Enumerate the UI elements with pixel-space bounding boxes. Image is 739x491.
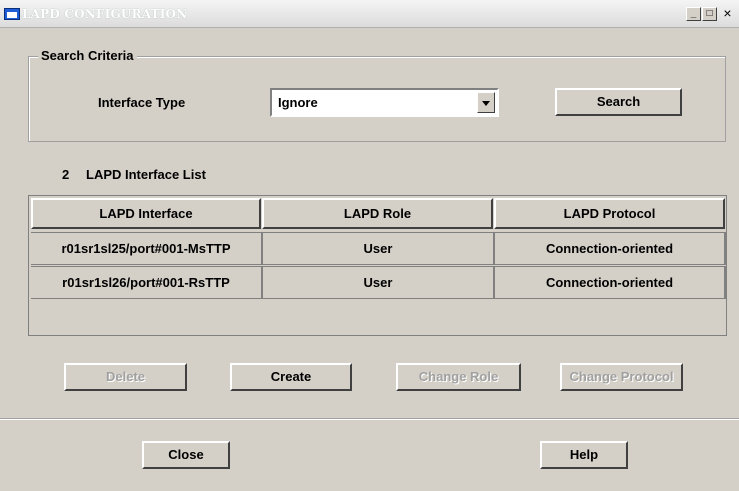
column-header-interface[interactable]: LAPD Interface <box>31 198 261 229</box>
interface-list-title: LAPD Interface List <box>86 167 206 182</box>
cell-protocol: Connection-oriented <box>495 233 726 264</box>
cell-interface: r01sr1sl25/port#001-MsTTP <box>31 233 263 264</box>
change-protocol-button[interactable]: Change Protocol <box>560 363 683 391</box>
interface-type-value: Ignore <box>278 95 318 110</box>
search-button[interactable]: Search <box>555 88 682 116</box>
close-button[interactable]: Close <box>142 441 230 469</box>
cell-protocol: Connection-oriented <box>495 267 726 298</box>
table-row[interactable]: r01sr1sl25/port#001-MsTTP User Connectio… <box>31 232 726 265</box>
title-bar[interactable]: LAPD CONFIGURATION _ □ × <box>0 0 739 28</box>
window-icon <box>4 8 20 20</box>
column-header-protocol[interactable]: LAPD Protocol <box>494 198 725 229</box>
table-row[interactable]: r01sr1sl26/port#001-RsTTP User Connectio… <box>31 266 726 299</box>
change-role-button[interactable]: Change Role <box>396 363 521 391</box>
search-criteria-label: Search Criteria <box>38 48 137 63</box>
interface-count: 2 <box>62 167 70 182</box>
help-button[interactable]: Help <box>540 441 628 469</box>
cell-interface: r01sr1sl26/port#001-RsTTP <box>31 267 263 298</box>
chevron-down-icon[interactable] <box>477 92 495 113</box>
separator <box>0 418 739 420</box>
close-window-button[interactable]: × <box>720 6 735 21</box>
maximize-button[interactable]: □ <box>702 7 717 21</box>
interface-table: LAPD Interface LAPD Role LAPD Protocol r… <box>28 195 727 336</box>
cell-role: User <box>263 267 495 298</box>
minimize-button[interactable]: _ <box>686 7 701 21</box>
cell-role: User <box>263 233 495 264</box>
column-header-role[interactable]: LAPD Role <box>262 198 493 229</box>
interface-type-label: Interface Type <box>98 95 186 110</box>
delete-button[interactable]: Delete <box>64 363 187 391</box>
create-button[interactable]: Create <box>230 363 352 391</box>
interface-type-select[interactable]: Ignore <box>270 88 499 117</box>
lapd-configuration-window: LAPD CONFIGURATION _ □ × Search Criteria… <box>0 0 739 491</box>
window-title: LAPD CONFIGURATION <box>22 7 188 21</box>
